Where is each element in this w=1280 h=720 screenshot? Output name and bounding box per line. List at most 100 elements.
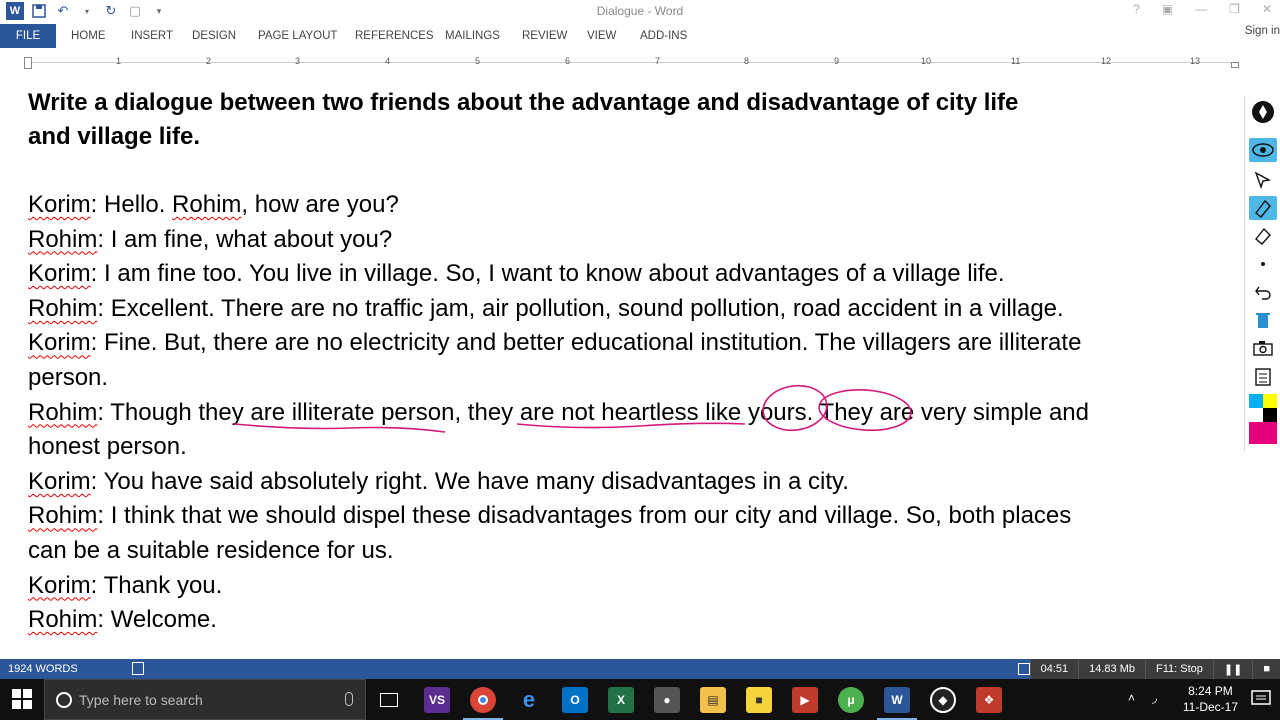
windows-start-icon[interactable] [12, 689, 32, 709]
sign-in-link[interactable]: Sign in [1245, 25, 1280, 37]
speaker-name: Rohim [28, 294, 98, 322]
speaker-name: Rohim [28, 398, 98, 426]
microphone-icon[interactable] [345, 692, 353, 706]
speaker-name: Korim [28, 571, 91, 599]
clipboard-icon[interactable] [1249, 364, 1277, 388]
tab-mailings[interactable]: MAILINGS [445, 25, 500, 47]
close-icon[interactable]: ✕ [1262, 2, 1272, 16]
read-mode-icon[interactable] [1018, 663, 1030, 675]
color-swatch-yellow[interactable] [1263, 394, 1277, 408]
ruler-number: 4 [385, 56, 391, 66]
ruler-number: 6 [565, 56, 571, 66]
color-swatch-magenta[interactable] [1249, 422, 1277, 444]
tab-insert[interactable]: INSERT [131, 25, 173, 47]
utorrent-icon[interactable]: μ [838, 687, 864, 713]
wifi-icon[interactable]: ◞ [1152, 690, 1157, 706]
word-taskbar-icon[interactable]: W [884, 687, 910, 713]
dialogue-text: : You have said absolutely right. We hav… [90, 467, 849, 495]
tab-references[interactable]: REFERENCES [355, 25, 434, 47]
ruler-number: 1 [116, 56, 122, 66]
speaker-name: Rohim [28, 502, 98, 530]
tab-design[interactable]: DESIGN [192, 25, 236, 47]
dialogue-line: Rohim: I think that we should dispel the… [28, 499, 1228, 534]
color-swatch-cyan[interactable] [1249, 394, 1263, 408]
file-explorer-icon[interactable]: ▤ [700, 687, 726, 713]
dialogue-line: Korim: Thank you. [28, 569, 1228, 604]
window-title: Dialogue - Word [596, 4, 684, 18]
speaker-name: Rohim [28, 606, 98, 634]
pen-draw-icon[interactable] [1249, 196, 1277, 220]
media-app-icon[interactable]: ▶ [792, 687, 818, 713]
ruler-right-indent-marker[interactable] [1231, 62, 1239, 68]
color-swatch-black[interactable] [1263, 408, 1277, 422]
ruler-indent-marker[interactable] [24, 57, 32, 69]
dialogue-line: Korim: I am fine too. You live in villag… [28, 257, 1228, 292]
clock-time: 8:24 PM [1188, 684, 1233, 698]
document-body[interactable]: Write a dialogue between two friends abo… [28, 86, 1228, 638]
word-count[interactable]: 1924 WORDS [8, 663, 78, 675]
taskbar-search-box[interactable]: Type here to search [44, 679, 366, 720]
notification-center-icon[interactable] [1250, 689, 1272, 709]
outlook-icon[interactable]: O [562, 687, 588, 713]
dialogue-line: Rohim: Welcome. [28, 603, 1228, 638]
horizontal-ruler[interactable]: 1 2 3 4 5 6 7 8 9 10 11 12 13 [0, 54, 1240, 70]
dialogue-text: person. [28, 363, 109, 391]
tab-home[interactable]: HOME [71, 25, 106, 47]
dialogue-line: Rohim: Though they are illiterate person… [28, 396, 1228, 431]
chrome-icon[interactable] [470, 687, 496, 713]
speaker-name: Korim [28, 191, 91, 218]
task-view-icon[interactable] [376, 687, 402, 713]
tray-chevron-icon[interactable]: ˄ [1128, 691, 1135, 705]
eraser-icon[interactable] [1249, 224, 1277, 248]
sticky-notes-icon[interactable]: ■ [746, 687, 772, 713]
dialogue-text: : Welcome. [97, 606, 217, 634]
recorder-size: 14.83 Mb [1078, 659, 1145, 679]
tab-review[interactable]: REVIEW [522, 25, 567, 47]
edge-icon[interactable]: e [516, 687, 542, 713]
ruler-number: 9 [834, 56, 840, 66]
help-icon[interactable]: ? [1133, 2, 1140, 16]
tab-add-ins[interactable]: ADD-INS [640, 25, 687, 47]
proofing-icon[interactable] [132, 662, 144, 675]
tab-page-layout[interactable]: PAGE LAYOUT [258, 25, 337, 47]
gift-app-icon[interactable]: ❖ [976, 687, 1002, 713]
pen-size-dot-icon[interactable] [1249, 252, 1277, 276]
undo-ink-icon[interactable] [1249, 280, 1277, 304]
pause-icon[interactable]: ❚❚ [1212, 659, 1252, 679]
dialogue-line: Rohim: Excellent. There are no traffic j… [28, 292, 1228, 327]
ruler-number: 10 [921, 56, 932, 66]
dialogue-text: : I think that we should dispel these di… [97, 502, 1072, 530]
dialogue-line: person. [28, 361, 1228, 396]
clock-date: 11-Dec-17 [1182, 700, 1238, 714]
cursor-arrow-icon[interactable] [1249, 168, 1277, 192]
title-bar: W ↶ ▾ ↻ ▢ ▾ Dialogue - Word ? ▣ — ❐ ✕ [0, 0, 1280, 22]
document-heading: Write a dialogue between two friends abo… [28, 86, 1228, 154]
dialogue-text: : Excellent. There are no traffic jam, a… [97, 294, 1064, 322]
excel-icon[interactable]: X [608, 687, 634, 713]
ribbon-display-icon[interactable]: ▣ [1162, 2, 1173, 16]
visibility-eye-icon[interactable] [1249, 138, 1277, 162]
visual-studio-icon[interactable]: VS [424, 687, 450, 713]
system-clock[interactable]: 8:24 PM 11-Dec-17 [1183, 683, 1238, 715]
restore-icon[interactable]: ❐ [1229, 2, 1240, 16]
ruler-number: 3 [295, 56, 301, 66]
dialogue-text: : I am fine too. You live in village. So… [90, 260, 1005, 288]
pen-tool-logo-icon[interactable] [1249, 100, 1277, 124]
paint-app-icon[interactable]: ● [654, 687, 680, 713]
search-placeholder: Type here to search [79, 692, 203, 708]
speaker-name: Korim [28, 329, 91, 357]
dialogue-text: : Though they are illiterate person, the… [97, 398, 1089, 426]
clear-trash-icon[interactable] [1249, 308, 1277, 332]
color-swatch-white[interactable] [1249, 408, 1263, 422]
speaker-name: Rohim [172, 191, 242, 218]
dialogue-line: Rohim: I am fine, what about you? [28, 223, 1228, 258]
stop-icon[interactable]: ■ [1252, 659, 1280, 679]
minimize-icon[interactable]: — [1195, 2, 1207, 16]
screenshot-camera-icon[interactable] [1249, 336, 1277, 360]
status-bar: 1924 WORDS 04:51 14.83 Mb F11: Stop ❚❚ ■ [0, 659, 1280, 679]
pen-tool-taskbar-icon[interactable]: ◆ [930, 687, 956, 713]
ruler-number: 13 [1190, 56, 1201, 66]
tab-file[interactable]: FILE [0, 24, 56, 48]
tab-view[interactable]: VIEW [587, 25, 616, 47]
